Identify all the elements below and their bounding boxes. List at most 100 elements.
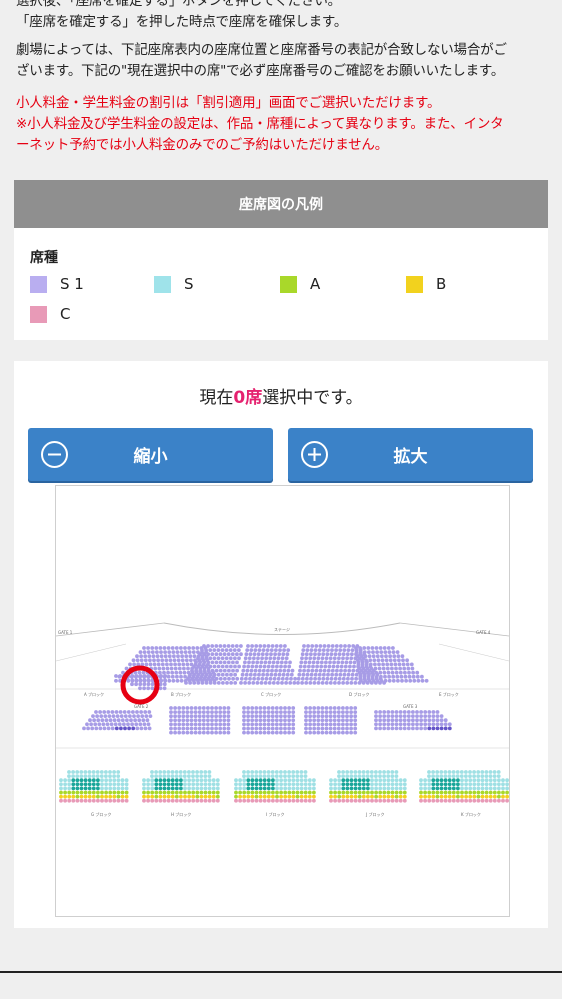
seat[interactable] [218,718,223,723]
seat[interactable] [85,722,89,727]
seat[interactable] [187,798,192,803]
seat[interactable] [258,778,263,783]
seat[interactable] [360,662,365,667]
seat[interactable] [87,778,92,783]
seat[interactable] [116,782,121,787]
seat[interactable] [270,726,275,731]
seat[interactable] [179,794,183,799]
seat[interactable] [142,786,146,791]
seat[interactable] [337,656,341,661]
seat[interactable] [333,676,338,681]
seat[interactable] [296,681,300,685]
seat[interactable] [198,676,203,681]
seat[interactable] [423,714,428,718]
seat[interactable] [349,786,354,791]
seat[interactable] [87,794,92,799]
seat[interactable] [443,722,448,727]
seat[interactable] [116,770,121,774]
seat[interactable] [108,770,112,774]
seat[interactable] [392,654,397,659]
seat[interactable] [459,774,464,778]
seat[interactable] [231,668,235,673]
seat[interactable] [212,672,217,677]
seat[interactable] [142,794,146,799]
seat[interactable] [143,726,148,731]
seat[interactable] [447,774,452,778]
seat[interactable] [291,798,296,803]
seat[interactable] [116,774,121,778]
seat[interactable] [182,670,187,675]
seat[interactable] [279,710,283,714]
seat[interactable] [343,664,348,669]
seat[interactable] [253,648,258,652]
seat[interactable] [303,778,308,783]
seat[interactable] [116,786,121,791]
seat[interactable] [307,786,312,791]
seat[interactable] [178,774,183,778]
seat[interactable] [201,726,206,731]
seat[interactable] [382,786,387,791]
seat[interactable] [254,774,259,778]
seat[interactable] [343,644,347,648]
seat[interactable] [104,786,108,791]
seat[interactable] [188,681,193,685]
seat[interactable] [382,790,387,795]
seat[interactable] [222,730,227,735]
seat[interactable] [480,798,485,803]
seat[interactable] [390,770,395,774]
seat[interactable] [333,798,337,803]
seat[interactable] [480,794,485,799]
seat[interactable] [439,726,444,731]
seat[interactable] [203,790,208,795]
seat[interactable] [112,794,117,799]
seat[interactable] [402,666,407,671]
seat[interactable] [349,656,354,661]
seat[interactable] [283,718,287,723]
seat[interactable] [123,714,128,718]
seat[interactable] [326,672,330,677]
seat[interactable] [96,794,100,799]
seat[interactable] [275,786,279,791]
seat[interactable] [386,714,391,718]
seat[interactable] [311,664,315,669]
seat[interactable] [320,710,325,714]
seat[interactable] [271,778,275,783]
seat[interactable] [229,664,233,669]
seat[interactable] [144,662,149,667]
seat[interactable] [222,668,227,673]
seat[interactable] [283,730,287,735]
seat[interactable] [154,770,158,774]
seat[interactable] [460,778,464,783]
seat[interactable] [497,798,501,803]
seat[interactable] [174,670,179,675]
seat[interactable] [254,794,259,799]
seat[interactable] [243,660,247,665]
seat[interactable] [378,798,383,803]
seat[interactable] [394,726,399,731]
seat[interactable] [189,658,193,663]
seat[interactable] [394,666,398,671]
seat[interactable] [116,794,121,799]
seat[interactable] [201,710,206,714]
seat[interactable] [216,681,221,685]
seat[interactable] [75,798,80,803]
seat[interactable] [316,730,321,735]
seat[interactable] [291,706,296,710]
seat[interactable] [233,664,237,669]
seat[interactable] [372,658,377,663]
seat[interactable] [97,722,102,727]
seat[interactable] [246,718,251,723]
seat[interactable] [181,714,186,719]
seat[interactable] [193,714,198,719]
seat[interactable] [332,710,337,714]
seat[interactable] [144,714,149,718]
seat[interactable] [322,668,327,673]
seat[interactable] [332,726,337,731]
seat[interactable] [298,664,303,669]
seat[interactable] [348,664,352,669]
seat[interactable] [186,676,190,681]
seat[interactable] [274,726,279,731]
seat[interactable] [169,662,173,667]
seat[interactable] [361,666,366,671]
seat[interactable] [291,790,296,795]
